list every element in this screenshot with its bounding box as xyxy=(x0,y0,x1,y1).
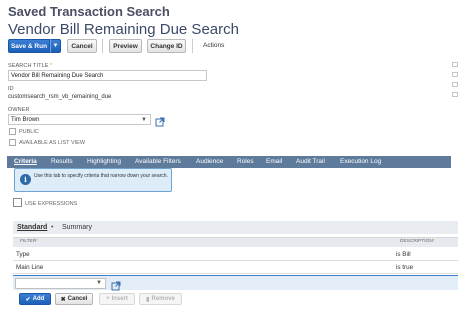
tab-execution-log[interactable]: Execution Log xyxy=(340,156,381,168)
tooltip-text: Use this tab to specify criteria that na… xyxy=(34,173,168,179)
change-id-button[interactable]: Change ID xyxy=(147,39,186,53)
record-title: Vendor Bill Remaining Due Search xyxy=(8,21,239,38)
side-control[interactable] xyxy=(452,72,458,77)
criteria-help-tooltip: i Use this tab to specify criteria that … xyxy=(14,168,172,192)
page-heading: Saved Transaction Search xyxy=(8,4,170,19)
actions-menu[interactable]: Actions xyxy=(203,42,224,49)
check-icon: ✔ xyxy=(25,296,31,303)
subtab-summary[interactable]: Summary xyxy=(62,224,92,231)
table-row[interactable]: Type is Bill xyxy=(13,249,458,261)
side-control[interactable] xyxy=(452,62,458,67)
criteria-grid-header xyxy=(13,237,458,247)
table-row[interactable]: Main Line is true xyxy=(13,262,458,274)
add-row-button[interactable]: ✔ Add xyxy=(19,293,51,305)
insert-row-button[interactable]: + Insert xyxy=(99,293,135,305)
save-options-dropdown[interactable]: ▼ xyxy=(50,39,61,53)
filter-cell: Type xyxy=(16,251,30,258)
list-view-label: AVAILABLE AS LIST VIEW xyxy=(19,140,86,146)
preview-button[interactable]: Preview xyxy=(109,39,142,53)
side-control[interactable] xyxy=(452,92,458,97)
side-control[interactable] xyxy=(452,82,458,87)
tab-roles[interactable]: Roles xyxy=(237,156,254,168)
open-record-icon[interactable] xyxy=(155,114,165,127)
cancel-button[interactable]: Cancel xyxy=(67,39,97,53)
filter-column-header: FILTER* xyxy=(20,239,39,244)
tab-audit-trail[interactable]: Audit Trail xyxy=(296,156,325,168)
description-cell: is true xyxy=(396,264,414,271)
use-expressions-checkbox[interactable] xyxy=(13,198,22,207)
trash-icon: ▮ xyxy=(146,296,150,303)
subtab-bar: Criteria Results Highlighting Available … xyxy=(7,156,451,168)
tab-highlighting[interactable]: Highlighting xyxy=(87,156,121,168)
id-label: ID xyxy=(8,86,14,92)
plus-icon: + xyxy=(106,296,110,302)
chevron-down-icon: ▼ xyxy=(141,117,147,123)
owner-value: Tim Brown xyxy=(11,117,40,123)
toolbar-divider xyxy=(102,39,103,53)
toolbar-divider xyxy=(192,39,193,53)
id-value: customsearch_rsm_vb_remaining_due xyxy=(8,94,112,100)
remove-row-button[interactable]: ▮ Remove xyxy=(139,293,182,305)
tab-results[interactable]: Results xyxy=(51,156,73,168)
required-marker: * xyxy=(50,63,53,69)
public-checkbox[interactable] xyxy=(9,128,16,135)
use-expressions-label: USE EXPRESSIONS xyxy=(25,201,78,207)
tab-audience[interactable]: Audience xyxy=(196,156,223,168)
chevron-down-icon: ▼ xyxy=(96,280,102,286)
tab-email[interactable]: Email xyxy=(266,156,282,168)
owner-select[interactable]: Tim Brown ▼ xyxy=(8,114,151,125)
search-title-input[interactable]: Vendor Bill Remaining Due Search xyxy=(8,70,207,81)
owner-label: OWNER xyxy=(8,107,30,113)
filter-select[interactable]: ▼ xyxy=(15,278,106,289)
info-icon: i xyxy=(20,174,31,185)
subtab-standard[interactable]: Standard xyxy=(17,224,47,231)
search-title-label: SEARCH TITLE * xyxy=(8,63,53,69)
public-label: PUBLIC xyxy=(19,129,39,135)
save-run-button[interactable]: Save & Run xyxy=(8,39,50,53)
description-cell: is Bill xyxy=(396,251,411,258)
cancel-row-button[interactable]: ✖ Cancel xyxy=(55,293,93,305)
open-filter-icon[interactable] xyxy=(111,278,121,291)
subtab-marker: • xyxy=(51,224,54,231)
filter-cell: Main Line xyxy=(16,264,44,271)
tab-available-filters[interactable]: Available Filters xyxy=(135,156,181,168)
description-column-header: DESCRIPTION* xyxy=(400,239,435,244)
tab-criteria[interactable]: Criteria xyxy=(14,156,37,168)
close-icon: ✖ xyxy=(60,296,66,303)
chevron-down-icon: ▼ xyxy=(52,43,59,49)
list-view-checkbox[interactable] xyxy=(9,139,16,146)
